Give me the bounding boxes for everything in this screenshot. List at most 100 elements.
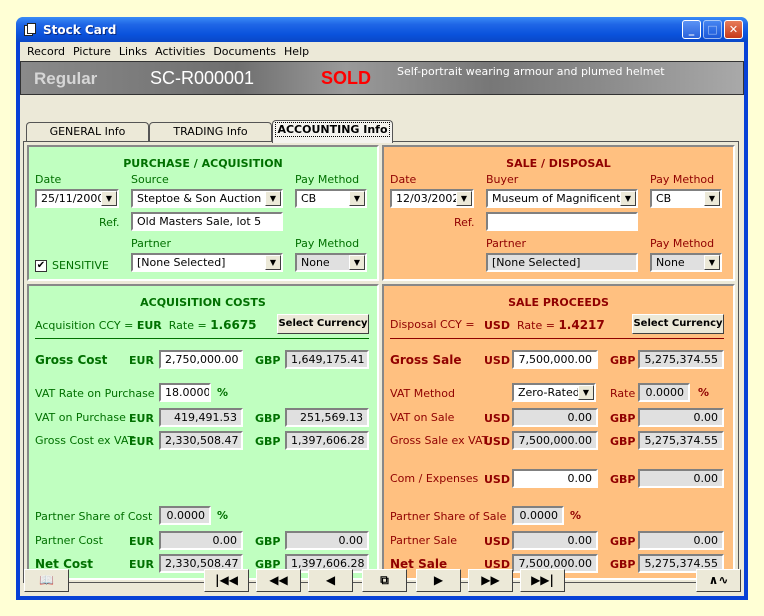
disposal-rate: 1.4217 bbox=[558, 318, 605, 332]
close-button[interactable]: ✕ bbox=[724, 20, 743, 39]
chevron-down-icon[interactable]: ▼ bbox=[704, 255, 720, 270]
sale-partner-pay-method-combo[interactable]: None ▼ bbox=[650, 253, 722, 272]
partner-share-sale-label: Partner Share of Sale bbox=[390, 510, 507, 523]
chevron-down-icon[interactable]: ▼ bbox=[620, 191, 636, 206]
chevron-down-icon[interactable]: ▼ bbox=[704, 191, 720, 206]
select-currency-button[interactable]: Select Currency bbox=[277, 314, 369, 334]
select-currency-button[interactable]: Select Currency bbox=[632, 314, 724, 334]
sensitive-label: SENSITIVE bbox=[52, 259, 109, 272]
gross-sale-input[interactable]: 7,500,000.00 bbox=[512, 350, 598, 369]
restore-window-button[interactable]: ⧉ bbox=[362, 569, 407, 592]
sale-date-label: Date bbox=[390, 173, 417, 186]
divider bbox=[390, 338, 724, 339]
gross-cost-input[interactable]: 2,750,000.00 bbox=[159, 350, 243, 369]
next-page-button[interactable]: ▶▶ bbox=[468, 569, 513, 592]
ccy-label: EUR bbox=[129, 558, 154, 571]
first-record-button[interactable]: |◀◀ bbox=[204, 569, 249, 592]
com-expenses-gbp: 0.00 bbox=[638, 469, 724, 488]
minimize-button[interactable]: _ bbox=[682, 20, 701, 39]
last-record-button[interactable]: ▶▶| bbox=[520, 569, 565, 592]
tab-accounting-info[interactable]: ACCOUNTING Info bbox=[272, 120, 393, 143]
chevron-down-icon[interactable]: ▼ bbox=[265, 191, 281, 206]
menu-links[interactable]: Links bbox=[115, 45, 151, 58]
sale-partner-pay-method-label: Pay Method bbox=[650, 237, 715, 250]
purchase-date-label: Date bbox=[35, 173, 62, 186]
previous-icon: ◀ bbox=[325, 573, 336, 587]
gross-sale-gbp: 5,275,374.55 bbox=[638, 350, 724, 369]
gbp-label: GBP bbox=[255, 412, 281, 425]
tab-trading-info[interactable]: TRADING Info bbox=[149, 122, 272, 142]
next-record-button[interactable]: ▶ bbox=[416, 569, 461, 592]
vat-method-label: VAT Method bbox=[390, 387, 455, 400]
purchase-ref-input[interactable]: Old Masters Sale, lot 5 bbox=[131, 212, 283, 231]
purchase-partner-combo[interactable]: [None Selected] ▼ bbox=[131, 253, 283, 272]
acquisition-ccy: EUR bbox=[136, 319, 162, 332]
tab-general-info[interactable]: GENERAL Info bbox=[26, 122, 149, 142]
gross-cost-ex-vat: 2,330,508.47 bbox=[159, 431, 243, 450]
disposal-ccy-rate: USD Rate = 1.4217 bbox=[484, 318, 605, 332]
rewind-icon: ◀◀ bbox=[269, 573, 288, 587]
vat-rate-label: VAT Rate on Purchase bbox=[35, 387, 155, 400]
purchase-ref-label: Ref. bbox=[99, 216, 120, 229]
menu-documents[interactable]: Documents bbox=[209, 45, 280, 58]
book-button[interactable]: 📖 bbox=[24, 569, 69, 592]
sale-ref-input[interactable] bbox=[486, 212, 638, 231]
vat-on-sale-gbp: 0.00 bbox=[638, 408, 724, 427]
pay-method-value: CB bbox=[301, 192, 317, 205]
vat-rate-input[interactable]: 18.0000 bbox=[159, 383, 211, 402]
maximize-button[interactable]: □ bbox=[703, 20, 722, 39]
purchase-date-combo[interactable]: 25/11/2000 ▼ bbox=[35, 189, 119, 208]
gbp-label: GBP bbox=[255, 535, 281, 548]
stock-card-window: Stock Card _ □ ✕ Record Picture Links Ac… bbox=[16, 17, 748, 600]
com-expenses-input[interactable]: 0.00 bbox=[512, 469, 598, 488]
ccy-label: USD bbox=[484, 435, 510, 448]
proceeds-title: SALE PROCEEDS bbox=[508, 296, 609, 309]
tab-label: ACCOUNTING Info bbox=[275, 122, 390, 137]
client-area: Record Picture Links Activities Document… bbox=[20, 42, 744, 596]
disposal-ccy-label: Disposal CCY = bbox=[390, 318, 475, 331]
menu-help[interactable]: Help bbox=[280, 45, 313, 58]
sale-pay-method-combo[interactable]: CB ▼ bbox=[650, 189, 722, 208]
menu-picture[interactable]: Picture bbox=[69, 45, 115, 58]
sale-date-combo[interactable]: 12/03/2002 ▼ bbox=[390, 189, 474, 208]
gross-sale-ex-vat: 7,500,000.00 bbox=[512, 431, 598, 450]
ccy-label: EUR bbox=[129, 412, 154, 425]
chevron-down-icon[interactable]: ▼ bbox=[349, 191, 365, 206]
gbp-label: GBP bbox=[255, 435, 281, 448]
menu-record[interactable]: Record bbox=[23, 45, 69, 58]
disposal-ccy: USD bbox=[484, 319, 510, 332]
vat-rate-sale: 0.0000 bbox=[638, 383, 690, 402]
title-bar[interactable]: Stock Card _ □ ✕ bbox=[16, 17, 748, 42]
sale-pay-method-label: Pay Method bbox=[650, 173, 715, 186]
status-badge: SOLD bbox=[321, 68, 372, 88]
chevron-down-icon[interactable]: ▼ bbox=[456, 191, 472, 206]
stock-code: SC-R000001 bbox=[150, 68, 255, 88]
previous-record-button[interactable]: ◀ bbox=[308, 569, 353, 592]
close-icon: ✕ bbox=[728, 23, 739, 36]
purchase-pay-method-combo[interactable]: CB ▼ bbox=[295, 189, 367, 208]
chevron-down-icon[interactable]: ▼ bbox=[101, 191, 117, 206]
partner-share-label: Partner Share of Cost bbox=[35, 510, 153, 523]
chevron-down-icon[interactable]: ▼ bbox=[349, 255, 365, 270]
sale-date-value: 12/03/2002 bbox=[396, 192, 460, 205]
vat-method-combo[interactable]: Zero-Rated ▼ bbox=[512, 383, 596, 402]
glasses-button[interactable]: ∧∿ bbox=[696, 569, 741, 592]
percent-label: % bbox=[217, 386, 229, 399]
menu-activities[interactable]: Activities bbox=[151, 45, 209, 58]
maximize-icon: □ bbox=[707, 23, 718, 36]
tab-label: GENERAL Info bbox=[49, 125, 126, 138]
chevron-down-icon[interactable]: ▼ bbox=[265, 255, 281, 270]
chevron-down-icon[interactable]: ▼ bbox=[578, 385, 594, 400]
buyer-value: Museum of Magnificent Art, bbox=[492, 192, 638, 205]
next-icon: ▶ bbox=[433, 573, 444, 587]
previous-page-button[interactable]: ◀◀ bbox=[256, 569, 301, 592]
source-combo[interactable]: Steptoe & Son Auction Hou ▼ bbox=[131, 189, 283, 208]
checkbox-checked-icon[interactable]: ✔ bbox=[35, 259, 47, 272]
partner-value: [None Selected] bbox=[137, 256, 226, 269]
purchase-partner-pay-method-combo[interactable]: None ▼ bbox=[295, 253, 367, 272]
buyer-combo[interactable]: Museum of Magnificent Art, ▼ bbox=[486, 189, 638, 208]
acquisition-rate: 1.6675 bbox=[210, 318, 257, 332]
source-label: Source bbox=[131, 173, 169, 186]
sensitive-checkbox[interactable]: ✔ SENSITIVE bbox=[35, 259, 109, 272]
rate-label: Rate bbox=[610, 387, 636, 400]
